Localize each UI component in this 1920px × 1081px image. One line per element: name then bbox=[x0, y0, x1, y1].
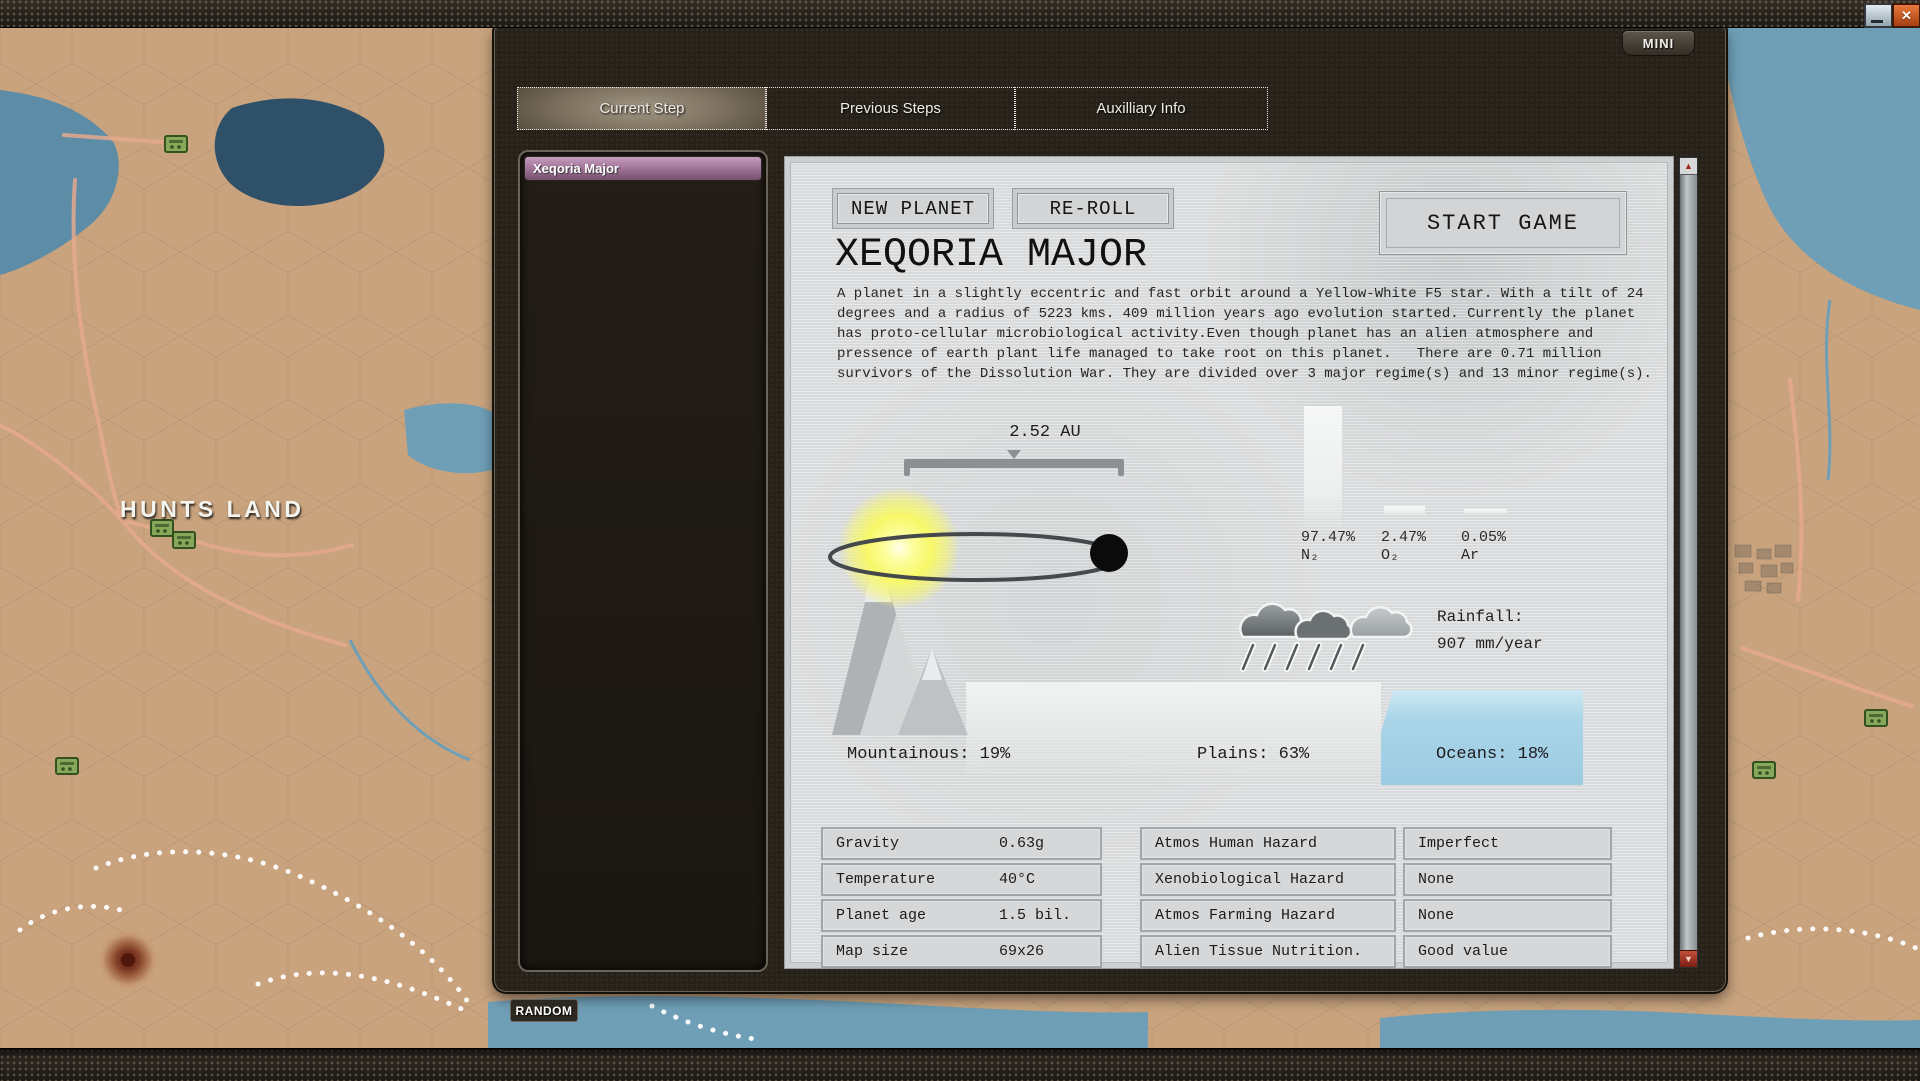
unit-icon[interactable] bbox=[173, 532, 195, 548]
close-icon: ✕ bbox=[1901, 8, 1912, 24]
stat-label: Map size bbox=[836, 943, 908, 960]
stat-label-cell: Atmos Farming Hazard bbox=[1140, 899, 1396, 932]
new-planet-button[interactable]: NEW PLANET bbox=[837, 193, 989, 224]
rainfall-info: Rainfall: 907 mm/year bbox=[1437, 604, 1543, 658]
stat-row: Map size 69x26 bbox=[821, 935, 1102, 968]
stat-value-cell: None bbox=[1403, 863, 1612, 896]
unit-icon[interactable] bbox=[1865, 710, 1887, 726]
stat-row: Planet age 1.5 bil. bbox=[821, 899, 1102, 932]
atmosphere-bar-n2 bbox=[1304, 406, 1342, 530]
atmo-pct: 2.47% bbox=[1381, 529, 1426, 546]
rain-clouds-icon bbox=[1235, 597, 1435, 675]
unit-icon[interactable] bbox=[1753, 762, 1775, 778]
atmo-gas: O₂ bbox=[1381, 547, 1399, 564]
atmosphere-label: 2.47% O₂ bbox=[1381, 529, 1471, 565]
tab-auxilliary-info[interactable]: Auxilliary Info bbox=[1014, 87, 1268, 130]
stat-value: 0.63g bbox=[999, 835, 1044, 852]
stat-label: Atmos Human Hazard bbox=[1155, 835, 1317, 852]
planet-list-panel: Xeqoria Major bbox=[518, 150, 768, 972]
scroll-up-icon[interactable]: ▲ bbox=[1680, 158, 1697, 175]
stat-value: 1.5 bil. bbox=[999, 907, 1071, 924]
stat-label: Temperature bbox=[836, 871, 935, 888]
atmosphere-label: 97.47% N₂ bbox=[1301, 529, 1391, 565]
rain-icon bbox=[1243, 645, 1363, 669]
stat-value: 40°C bbox=[999, 871, 1035, 888]
stat-value: Good value bbox=[1418, 943, 1508, 960]
stat-label: Planet age bbox=[836, 907, 926, 924]
tab-previous-steps[interactable]: Previous Steps bbox=[765, 87, 1016, 130]
crater bbox=[98, 930, 158, 990]
tab-label: Auxilliary Info bbox=[1096, 100, 1185, 117]
planet-list-item-selected[interactable]: Xeqoria Major bbox=[524, 156, 762, 181]
stat-value: None bbox=[1418, 907, 1454, 924]
unit-icon[interactable] bbox=[165, 136, 187, 152]
stat-label: Gravity bbox=[836, 835, 899, 852]
terrain-mountainous: Mountainous: 19% bbox=[847, 745, 1010, 764]
atmo-gas: N₂ bbox=[1301, 547, 1319, 564]
minimize-icon bbox=[1871, 20, 1883, 23]
stat-row: Gravity 0.63g bbox=[821, 827, 1102, 860]
orbit-distance-label: 2.52 AU bbox=[975, 423, 1115, 442]
stat-value: 69x26 bbox=[999, 943, 1044, 960]
map-region-label: HUNTS LAND bbox=[120, 496, 305, 523]
stat-value-cell: Imperfect bbox=[1403, 827, 1612, 860]
stat-row: Temperature 40°C bbox=[821, 863, 1102, 896]
atmo-pct: 97.47% bbox=[1301, 529, 1355, 546]
terrain-plains: Plains: 63% bbox=[1197, 745, 1309, 764]
mini-button[interactable]: MINI bbox=[1622, 30, 1695, 56]
stat-label-cell: Alien Tissue Nutrition. bbox=[1140, 935, 1396, 968]
atmo-pct: 0.05% bbox=[1461, 529, 1506, 546]
sheet-scrollbar[interactable]: ▲ ▼ bbox=[1679, 157, 1698, 968]
ocean-illustration bbox=[1381, 690, 1583, 785]
scroll-down-icon[interactable]: ▼ bbox=[1680, 950, 1697, 967]
window-titlebar: ✕ bbox=[0, 0, 1920, 28]
close-button[interactable]: ✕ bbox=[1892, 3, 1920, 28]
planet-generation-dialog: Current Step Previous Steps Auxilliary I… bbox=[494, 27, 1726, 992]
window-bottombar bbox=[0, 1048, 1920, 1081]
atmosphere-bar-ar bbox=[1464, 509, 1507, 514]
tab-label: Previous Steps bbox=[840, 100, 941, 117]
planet-icon bbox=[1090, 534, 1128, 572]
stat-label: Atmos Farming Hazard bbox=[1155, 907, 1335, 924]
stat-value: Imperfect bbox=[1418, 835, 1499, 852]
stat-label-cell: Atmos Human Hazard bbox=[1140, 827, 1396, 860]
orbit-ellipse bbox=[826, 531, 1126, 583]
stat-value: None bbox=[1418, 871, 1454, 888]
minimize-button[interactable] bbox=[1864, 3, 1893, 28]
atmosphere-bar-o2 bbox=[1384, 506, 1425, 515]
stat-label: Xenobiological Hazard bbox=[1155, 871, 1344, 888]
plains-illustration bbox=[966, 682, 1381, 785]
tab-current-step[interactable]: Current Step bbox=[517, 87, 767, 130]
terrain-oceans: Oceans: 18% bbox=[1436, 745, 1548, 764]
tab-label: Current Step bbox=[599, 100, 684, 117]
random-button[interactable]: RANDOM bbox=[510, 999, 578, 1022]
reroll-button[interactable]: RE-ROLL bbox=[1017, 193, 1169, 224]
atmo-gas: Ar bbox=[1461, 547, 1479, 564]
stat-label-cell: Xenobiological Hazard bbox=[1140, 863, 1396, 896]
planet-name: XEQORIA MAJOR bbox=[835, 233, 1147, 278]
stat-value-cell: None bbox=[1403, 899, 1612, 932]
stat-value-cell: Good value bbox=[1403, 935, 1612, 968]
rainfall-value: 907 mm/year bbox=[1437, 635, 1543, 653]
planet-sheet: NEW PLANET RE-ROLL START GAME XEQORIA MA… bbox=[785, 157, 1673, 968]
planet-description: A planet in a slightly eccentric and fas… bbox=[837, 284, 1677, 384]
atmosphere-label: 0.05% Ar bbox=[1461, 529, 1551, 565]
rainfall-label: Rainfall: bbox=[1437, 608, 1523, 626]
start-game-button[interactable]: START GAME bbox=[1379, 191, 1627, 255]
stat-label: Alien Tissue Nutrition. bbox=[1155, 943, 1362, 960]
unit-icon[interactable] bbox=[56, 758, 78, 774]
au-bracket bbox=[904, 450, 1124, 476]
